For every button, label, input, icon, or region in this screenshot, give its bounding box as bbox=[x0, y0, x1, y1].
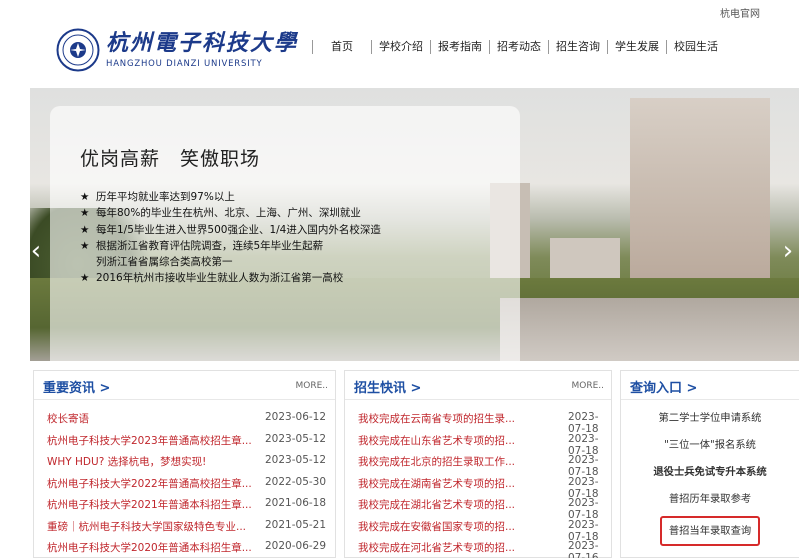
list-item[interactable]: 杭州电子科技大学2021年普通本科招生章... 2021-06-18 bbox=[34, 497, 335, 519]
banner-slogan: 优岗高薪 笑傲职场 bbox=[80, 148, 261, 170]
list-item[interactable]: 我校完成在湖南省艺术专项的招... 2023-07-18 bbox=[345, 476, 611, 500]
nav-campus-life[interactable]: 校园生活 bbox=[666, 40, 725, 54]
brand[interactable]: 杭州電子科技大學 HANGZHOU DIANZI UNIVERSITY bbox=[106, 30, 298, 69]
banner-bullet: ★ 每年80%的毕业生在杭州、北京、上海、广州、深圳就业 bbox=[80, 205, 381, 221]
campus-photo-building-right bbox=[630, 98, 770, 288]
banner-bullet-continuation: 列浙江省省属综合类高校第一 bbox=[96, 256, 233, 269]
query-list: 第二学士学位申请系统 "三位一体"报名系统 退役士兵免试专升本系统 普招历年录取… bbox=[621, 400, 799, 546]
site-header: 杭电官网 杭州電子科技大學 HANGZHOU DIANZI UNIVERSITY… bbox=[0, 0, 799, 88]
star-icon: ★ bbox=[80, 223, 90, 236]
list-item[interactable]: 我校完成在北京的招生录取工作... 2023-07-18 bbox=[345, 454, 611, 478]
admission-list: 我校完成在云南省专项的招生录... 2023-07-18 我校完成在山东省艺术专项… bbox=[345, 400, 611, 558]
query-panel-header: 查询入口 > bbox=[621, 371, 799, 400]
banner-bullets: ★ 历年平均就业率达到97%以上 ★ 每年80%的毕业生在杭州、北京、上海、广州、深… bbox=[80, 189, 381, 287]
list-item[interactable]: 我校完成在云南省专项的招生录... 2023-07-18 bbox=[345, 411, 611, 435]
news-panel-title[interactable]: 重要资讯 > bbox=[43, 377, 110, 396]
university-logo[interactable] bbox=[56, 28, 100, 72]
list-item[interactable]: 重磅｜杭州电子科技大学国家级特色专业... 2021-05-21 bbox=[34, 519, 335, 541]
brand-name-en: HANGZHOU DIANZI UNIVERSITY bbox=[106, 59, 263, 69]
list-item[interactable]: WHY HDU? 选择杭电，梦想实现! 2023-05-12 bbox=[34, 454, 335, 476]
list-item[interactable]: 校长寄语 2023-06-12 bbox=[34, 411, 335, 433]
news-list: 校长寄语 2023-06-12 杭州电子科技大学2023年普通高校招生章... 20… bbox=[34, 400, 335, 558]
admission-panel-title[interactable]: 招生快讯 > bbox=[354, 377, 421, 396]
list-item[interactable]: 我校完成在山东省艺术专项的招... 2023-07-18 bbox=[345, 433, 611, 457]
news-more-link[interactable]: MORE.. bbox=[295, 381, 328, 391]
list-item[interactable]: 我校完成在河北省艺术专项的招... 2023-07-16 bbox=[345, 540, 611, 558]
query-panel: 查询入口 > 第二学士学位申请系统 "三位一体"报名系统 退役士兵免试专升本系统… bbox=[620, 370, 799, 558]
nav-home[interactable]: 首页 bbox=[312, 40, 371, 54]
banner-bullet: ★ 每年1/5毕业生进入世界500强企业、1/4进入国内外名校深造 bbox=[80, 222, 381, 238]
admission-panel: 招生快讯 > MORE.. 我校完成在云南省专项的招生录... 2023-07-1… bbox=[344, 370, 612, 558]
star-icon: ★ bbox=[80, 239, 90, 252]
campus-photo-plaza bbox=[500, 298, 799, 361]
list-item[interactable]: 杭州电子科技大学2022年普通高校招生章... 2022-05-30 bbox=[34, 476, 335, 498]
nav-consult[interactable]: 招生咨询 bbox=[548, 40, 607, 54]
main-nav: 首页 学校介绍 报考指南 招考动态 招生咨询 学生发展 校园生活 bbox=[312, 40, 725, 54]
star-icon: ★ bbox=[80, 207, 90, 220]
query-past-admission[interactable]: 普招历年录取参考 bbox=[621, 492, 799, 519]
admission-panel-header: 招生快讯 > MORE.. bbox=[345, 371, 611, 400]
banner-prev-arrow-icon[interactable]: ‹ bbox=[30, 233, 42, 269]
list-item[interactable]: 我校完成在安徽省国家专项的招... 2023-07-18 bbox=[345, 519, 611, 543]
list-item[interactable]: 杭州电子科技大学2023年普通高校招生章... 2023-05-12 bbox=[34, 433, 335, 455]
nav-about[interactable]: 学校介绍 bbox=[371, 40, 430, 54]
admission-more-link[interactable]: MORE.. bbox=[571, 381, 604, 391]
banner-bullet: ★ 2016年杭州市接收毕业生就业人数为浙江省第一高校 bbox=[80, 270, 381, 286]
official-site-link[interactable]: 杭电官网 bbox=[720, 5, 760, 20]
nav-news[interactable]: 招考动态 bbox=[489, 40, 548, 54]
banner-bullet: ★ 根据浙江省教育评估院调查，连续5年毕业生起薪 bbox=[80, 238, 381, 254]
list-item[interactable]: 我校完成在湖北省艺术专项的招... 2023-07-18 bbox=[345, 497, 611, 521]
nav-development[interactable]: 学生发展 bbox=[607, 40, 666, 54]
banner-bullet: ★ 历年平均就业率达到97%以上 bbox=[80, 189, 381, 205]
brand-name-cn: 杭州電子科技大學 bbox=[106, 30, 299, 56]
banner-next-arrow-icon[interactable]: › bbox=[782, 233, 794, 269]
nav-guide[interactable]: 报考指南 bbox=[430, 40, 489, 54]
query-panel-title[interactable]: 查询入口 > bbox=[630, 377, 697, 396]
query-second-degree[interactable]: 第二学士学位申请系统 bbox=[621, 411, 799, 438]
news-panel: 重要资讯 > MORE.. 校长寄语 2023-06-12 杭州电子科技大学202… bbox=[33, 370, 336, 558]
query-veteran-upgrade[interactable]: 退役士兵免试专升本系统 bbox=[621, 465, 799, 492]
star-icon: ★ bbox=[80, 191, 90, 203]
query-current-admission[interactable]: 普招当年录取查询 bbox=[621, 516, 799, 546]
query-three-in-one[interactable]: "三位一体"报名系统 bbox=[621, 438, 799, 465]
star-icon: ★ bbox=[80, 272, 90, 285]
list-item[interactable]: 杭州电子科技大学2020年普通本科招生章... 2020-06-29 bbox=[34, 540, 335, 558]
hero-banner[interactable]: 优岗高薪 笑傲职场 ★ 历年平均就业率达到97%以上 ★ 每年80%的毕业生在杭州、… bbox=[30, 88, 799, 361]
news-panel-header: 重要资讯 > MORE.. bbox=[34, 371, 335, 400]
